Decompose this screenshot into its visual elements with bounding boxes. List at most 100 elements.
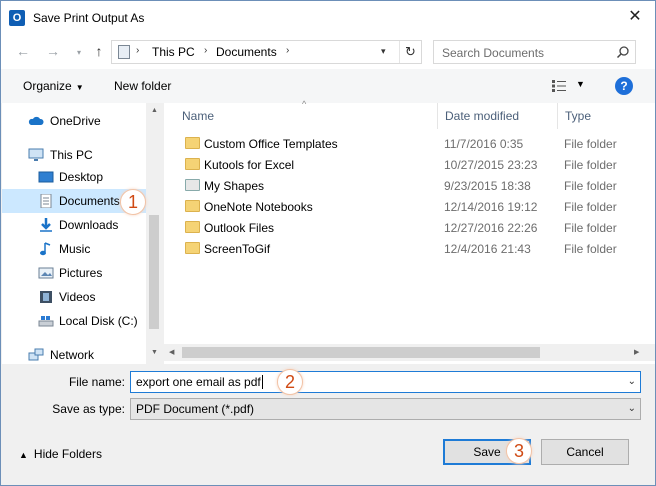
save-type-label: Save as type: [52, 402, 125, 416]
view-options-icon[interactable] [552, 80, 566, 92]
folder-icon [185, 200, 200, 212]
search-placeholder: Search Documents [442, 46, 545, 60]
file-list: ^ Name Date modified Type Custom Office … [164, 99, 655, 364]
file-row[interactable]: OneNote Notebooks 12/14/2016 19:12 File … [164, 197, 655, 218]
file-date: 9/23/2015 18:38 [444, 179, 531, 193]
file-name: ScreenToGif [204, 242, 271, 256]
callout-badge-3: 3 [506, 438, 532, 464]
view-dropdown-chevron-icon[interactable]: ▼ [576, 79, 585, 89]
nav-item-music[interactable]: Music [2, 237, 148, 261]
file-name: My Shapes [204, 179, 265, 193]
file-name: Outlook Files [204, 221, 275, 235]
file-type: File folder [564, 179, 617, 193]
folder-icon [185, 158, 200, 170]
nav-item-this-pc[interactable]: This PC [2, 143, 148, 167]
back-arrow-icon[interactable]: ← [15, 43, 31, 59]
nav-item-label: Local Disk (C:) [59, 314, 138, 328]
column-header-type[interactable]: Type [557, 103, 655, 129]
nav-item-network[interactable]: Network [2, 343, 148, 364]
save-type-value: PDF Document (*.pdf) [136, 402, 255, 416]
refresh-icon[interactable]: ↻ [399, 41, 421, 63]
up-arrow-icon[interactable]: ↑ [91, 43, 107, 59]
network-icon [28, 348, 44, 361]
search-icon[interactable] [616, 45, 630, 59]
scroll-up-arrow-icon[interactable]: ▲ [151, 107, 158, 114]
file-name-value: export one email as pdf [136, 375, 261, 389]
file-row[interactable]: Custom Office Templates 11/7/2016 0:35 F… [164, 134, 655, 155]
folder-icon [185, 242, 200, 254]
file-name: Custom Office Templates [204, 137, 338, 151]
breadcrumb-separator-icon[interactable]: › [286, 45, 289, 56]
music-note-icon [40, 242, 51, 256]
breadcrumb-documents[interactable]: Documents [216, 45, 277, 59]
address-history-dropdown-icon[interactable]: ▾ [381, 46, 393, 57]
cancel-button[interactable]: Cancel [541, 439, 629, 465]
documents-icon [40, 194, 52, 208]
file-type: File folder [564, 221, 617, 235]
file-row[interactable]: ScreenToGif 12/4/2016 21:43 File folder [164, 239, 655, 260]
recent-locations-chevron-icon[interactable]: ▾ [71, 45, 87, 61]
file-name: Kutools for Excel [204, 158, 295, 172]
title-bar: O Save Print Output As ✕ [1, 1, 655, 35]
chevron-down-icon[interactable]: ⌄ [628, 403, 636, 414]
outlook-app-icon: O [9, 10, 25, 26]
nav-scrollbar[interactable]: ▲ ▼ [146, 103, 163, 364]
column-header-name[interactable]: Name [174, 103, 439, 129]
nav-item-downloads[interactable]: Downloads [2, 213, 148, 237]
breadcrumb-this-pc[interactable]: This PC [152, 45, 195, 59]
callout-badge-2: 2 [277, 369, 303, 395]
file-date: 10/27/2015 23:23 [444, 158, 538, 172]
address-bar[interactable]: › This PC › Documents › ▾ ↻ [111, 40, 422, 64]
nav-item-onedrive[interactable]: OneDrive [2, 109, 148, 133]
file-row[interactable]: Outlook Files 12/27/2016 22:26 File fold… [164, 218, 655, 239]
scroll-left-arrow-icon[interactable]: ◀ [169, 348, 174, 356]
nav-item-desktop[interactable]: Desktop [2, 165, 148, 189]
column-header-date[interactable]: Date modified [437, 103, 557, 129]
text-cursor [261, 375, 263, 389]
nav-item-label: Network [50, 348, 95, 362]
folder-icon [185, 221, 200, 233]
navigation-pane: OneDrive This PC Desktop Documents Downl… [2, 103, 148, 364]
file-row[interactable]: My Shapes 9/23/2015 18:38 File folder [164, 176, 655, 197]
save-type-select[interactable]: PDF Document (*.pdf) ⌄ [130, 398, 641, 420]
forward-arrow-icon[interactable]: → [45, 43, 61, 59]
pictures-icon [38, 267, 54, 279]
file-name: OneNote Notebooks [204, 200, 313, 214]
file-name-label: File name: [68, 375, 125, 389]
chevron-down-icon[interactable]: ⌄ [628, 376, 636, 387]
scroll-down-arrow-icon[interactable]: ▼ [151, 349, 158, 356]
callout-badge-1: 1 [120, 189, 146, 215]
file-name-field[interactable]: export one email as pdf ⌄ [130, 371, 641, 393]
hide-folders-button[interactable]: ▲ Hide Folders [19, 447, 102, 461]
computer-icon [28, 148, 44, 161]
nav-item-label: Documents [59, 194, 120, 208]
organize-button[interactable]: Organize ▼ [23, 79, 84, 93]
desktop-icon [38, 171, 54, 183]
nav-item-videos[interactable]: Videos [2, 285, 148, 309]
file-date: 11/7/2016 0:35 [444, 137, 524, 151]
file-row[interactable]: Kutools for Excel 10/27/2015 23:23 File … [164, 155, 655, 176]
breadcrumb-separator-icon[interactable]: › [136, 45, 139, 56]
shapes-folder-icon [185, 179, 200, 191]
nav-item-label: Videos [59, 290, 96, 304]
file-name-value-wrap: export one email as pdf [136, 375, 263, 389]
new-folder-button[interactable]: New folder [114, 79, 171, 93]
nav-scrollbar-thumb[interactable] [149, 215, 159, 329]
nav-item-pictures[interactable]: Pictures [2, 261, 148, 285]
breadcrumb-separator-icon[interactable]: › [204, 45, 207, 56]
file-type: File folder [564, 242, 617, 256]
horizontal-scrollbar[interactable]: ◀ ▶ [164, 344, 655, 361]
file-type: File folder [564, 200, 617, 214]
help-icon[interactable]: ? [615, 77, 633, 95]
hide-folders-label: Hide Folders [33, 447, 102, 461]
nav-item-label: This PC [50, 148, 93, 162]
scroll-right-arrow-icon[interactable]: ▶ [634, 348, 639, 356]
nav-item-label: Downloads [59, 218, 119, 232]
close-icon[interactable]: ✕ [625, 7, 645, 27]
organize-label: Organize [23, 79, 72, 93]
nav-item-local-disk[interactable]: Local Disk (C:) [2, 309, 148, 333]
nav-item-label: Music [59, 242, 91, 256]
nav-item-label: Pictures [59, 266, 103, 280]
search-box[interactable]: Search Documents [433, 40, 636, 64]
horizontal-scrollbar-thumb[interactable] [182, 347, 540, 358]
